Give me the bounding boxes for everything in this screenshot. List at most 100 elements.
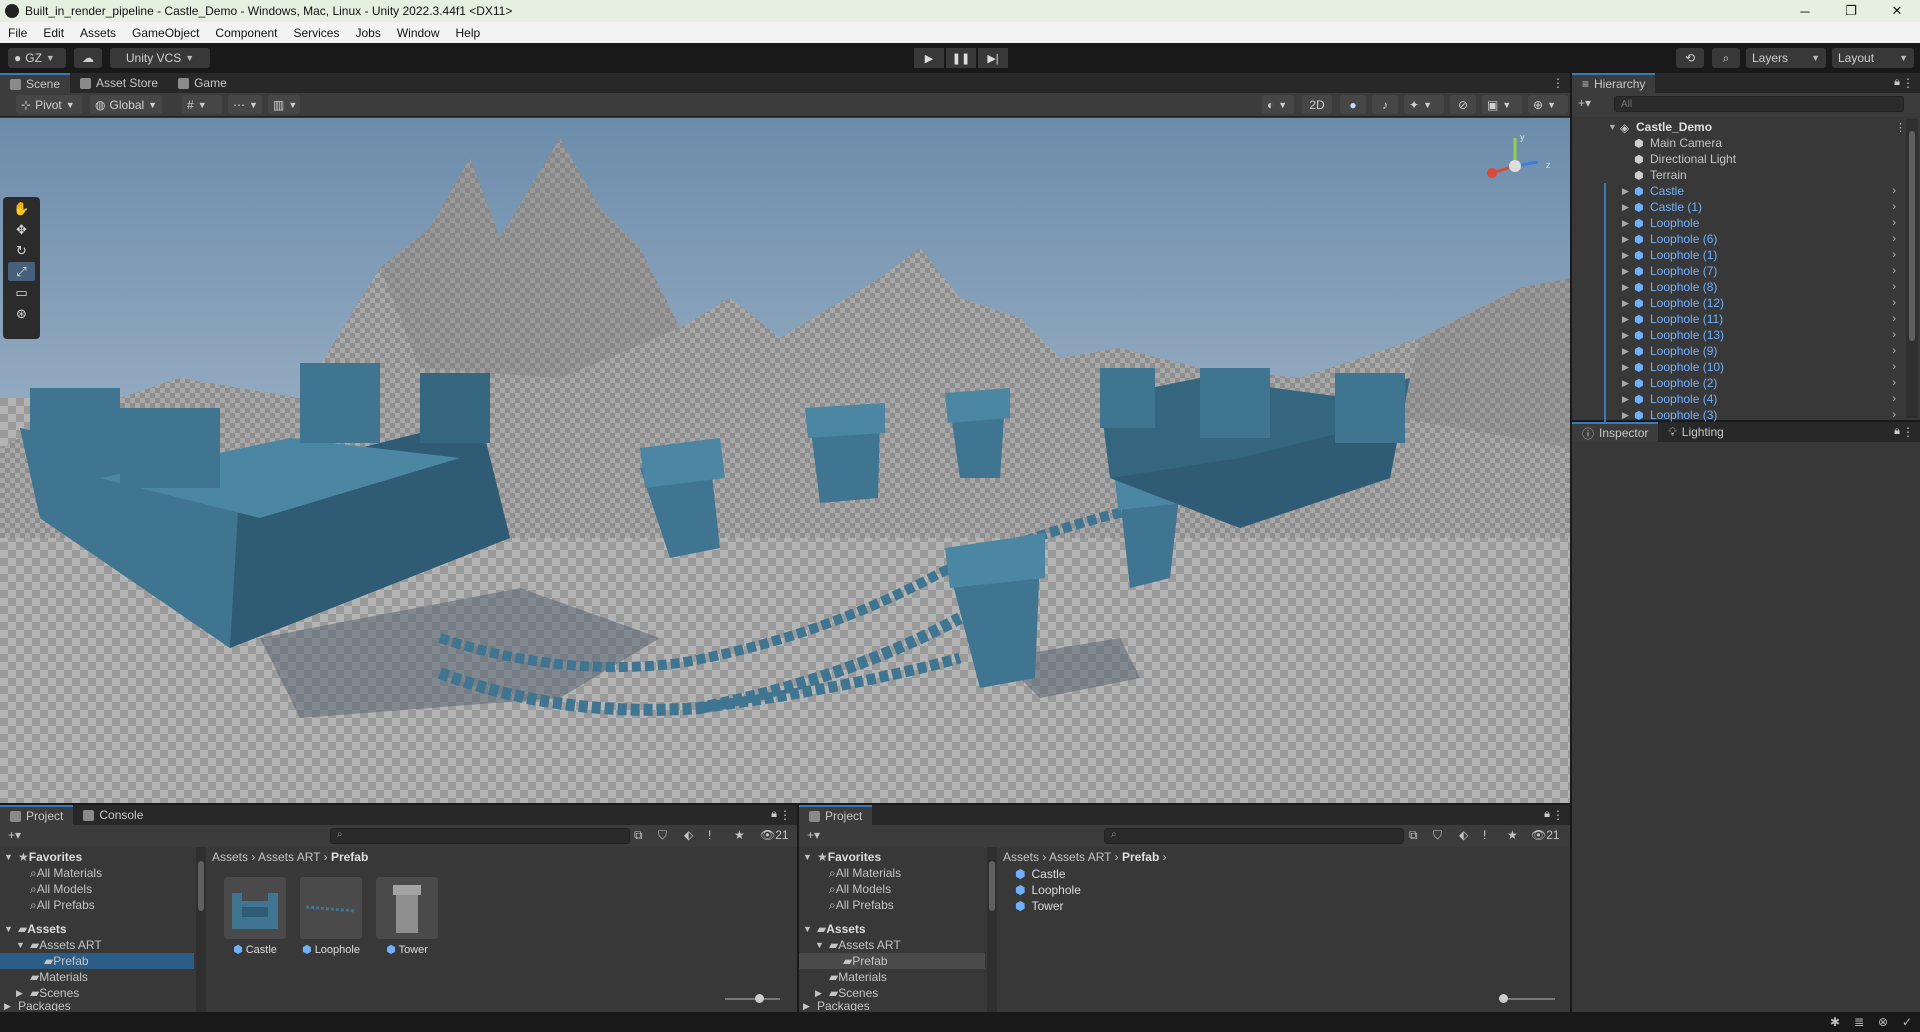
hierarchy-item[interactable]: ▶ ⬢ Loophole (10) › — [1572, 359, 1912, 375]
hierarchy-item[interactable]: ▶ ⬢ Loophole (9) › — [1572, 343, 1912, 359]
scroll-thumb[interactable] — [989, 861, 995, 911]
expand-arrow-icon[interactable]: ▶ — [1622, 314, 1629, 325]
zoom-slider[interactable] — [725, 994, 780, 1003]
open-prefab-icon[interactable]: › — [1892, 217, 1896, 229]
tree-prefab[interactable]: ▰ Prefab — [0, 953, 194, 969]
rect-tool-icon[interactable]: ▭ — [8, 283, 35, 302]
tree-favorites[interactable]: ▼ ★ Favorites — [803, 849, 881, 865]
tree-assets-art[interactable]: ▼ ▰ Assets ART — [16, 937, 102, 953]
expand-arrow-icon[interactable]: ▶ — [1622, 250, 1629, 261]
hierarchy-item[interactable]: ▶ ⬢ Loophole › — [1572, 215, 1912, 231]
list-item[interactable]: ⬢ Tower — [1015, 899, 1064, 913]
scroll-thumb[interactable] — [1909, 131, 1915, 341]
camera-settings-dropdown[interactable]: ▣ ▼ — [1482, 95, 1522, 114]
more-options-icon[interactable]: ⋮ — [779, 808, 791, 822]
lighting-toggle[interactable]: ● — [1340, 95, 1366, 114]
tree-prefab[interactable]: ▰ Prefab — [799, 953, 985, 969]
open-prefab-icon[interactable]: › — [1892, 377, 1896, 389]
open-prefab-icon[interactable]: › — [1892, 249, 1896, 261]
tree-all-prefabs[interactable]: ⌕ All Prefabs — [829, 897, 894, 913]
add-icon[interactable]: +▾ — [8, 828, 21, 842]
expand-arrow-icon[interactable]: ▶ — [1622, 266, 1629, 277]
progress-icon[interactable]: ✓ — [1902, 1015, 1912, 1029]
transform-tool-icon[interactable]: ⊛ — [8, 304, 35, 323]
tab-project[interactable]: Project — [799, 805, 873, 825]
hierarchy-item[interactable]: ▶ ⬢ Castle › — [1572, 183, 1912, 199]
tree-scrollbar[interactable] — [987, 847, 997, 1012]
hierarchy-item[interactable]: ▶ ⬢ Loophole (1) › — [1572, 247, 1912, 263]
scale-tool-icon[interactable]: ⤢ — [8, 262, 35, 281]
expand-arrow-icon[interactable]: ▶ — [1622, 362, 1629, 373]
menu-assets[interactable]: Assets — [80, 26, 116, 40]
tree-favorites[interactable]: ▼ ★ Favorites — [4, 849, 82, 865]
vcs-dropdown[interactable]: Unity VCS ▼ — [110, 48, 210, 68]
search-button[interactable]: ⌕ — [1712, 48, 1740, 68]
maximize-icon[interactable]: ❐ — [1828, 0, 1874, 22]
open-prefab-icon[interactable]: › — [1892, 185, 1896, 197]
pause-button[interactable]: ❚❚ — [946, 48, 976, 68]
zoom-slider-handle[interactable] — [755, 994, 764, 1003]
tab-console[interactable]: Console — [73, 805, 153, 825]
step-button[interactable]: ▶| — [978, 48, 1008, 68]
more-options-icon[interactable]: ⋮ — [1902, 76, 1914, 90]
filter-icon[interactable]: ⧉ — [1409, 828, 1418, 843]
open-prefab-icon[interactable]: › — [1892, 345, 1896, 357]
tree-scrollbar[interactable] — [196, 847, 206, 1012]
tab-game[interactable]: Game — [168, 73, 237, 93]
tag-icon[interactable]: ⬖ — [1459, 828, 1468, 842]
project-search-input[interactable]: ⌕ — [1104, 828, 1404, 844]
minimize-icon[interactable]: ─ — [1782, 0, 1828, 22]
more-options-icon[interactable]: ⋮ — [1552, 808, 1564, 822]
hierarchy-item[interactable]: ▶ ⬢ Loophole (11) › — [1572, 311, 1912, 327]
lock-icon[interactable]: 🔒︎ — [1894, 425, 1900, 438]
lock-icon[interactable]: 🔒︎ — [1544, 808, 1550, 821]
add-icon[interactable]: +▾ — [807, 828, 820, 842]
more-options-icon[interactable]: ⋮ — [1895, 121, 1906, 134]
hand-tool-icon[interactable]: ✋ — [8, 199, 35, 218]
tree-all-models[interactable]: ⌕ All Models — [30, 881, 92, 897]
hidden-count[interactable]: 👁︎21 — [1531, 828, 1560, 842]
open-prefab-icon[interactable]: › — [1892, 361, 1896, 373]
database-icon[interactable]: ≣ — [1854, 1015, 1864, 1029]
expand-arrow-icon[interactable]: ▶ — [1622, 378, 1629, 389]
tree-assets[interactable]: ▼ ▰ Assets — [4, 921, 67, 937]
bug-icon[interactable]: ✱ — [1830, 1015, 1840, 1029]
expand-arrow-icon[interactable]: ▶ — [1622, 202, 1629, 213]
more-options-icon[interactable]: ⋮ — [1902, 425, 1914, 439]
menu-edit[interactable]: Edit — [43, 26, 64, 40]
label-icon[interactable]: ⛉ — [1433, 828, 1442, 843]
grid-snap-button[interactable]: # ▼ — [182, 95, 222, 114]
tree-scenes[interactable]: ▶ ▰ Scenes — [815, 985, 878, 1001]
menu-gameobject[interactable]: GameObject — [132, 26, 199, 40]
expand-arrow-icon[interactable]: ▶ — [1622, 234, 1629, 245]
list-item[interactable]: ⬢ Castle — [1015, 867, 1066, 881]
hierarchy-item[interactable]: ⬢ Terrain — [1572, 167, 1912, 183]
gizmos-dropdown[interactable]: ⊕ ▼ — [1528, 95, 1568, 114]
tree-all-materials[interactable]: ⌕ All Materials — [30, 865, 102, 881]
open-prefab-icon[interactable]: › — [1892, 393, 1896, 405]
global-dropdown[interactable]: ◍ Global ▼ — [90, 95, 162, 114]
expand-arrow-icon[interactable]: ▶ — [1622, 410, 1629, 421]
project-search-input[interactable]: ⌕ — [330, 828, 630, 844]
menu-help[interactable]: Help — [456, 26, 481, 40]
expand-arrow-icon[interactable]: ▶ — [1622, 394, 1629, 405]
filter-icon[interactable]: ⧉ — [634, 828, 643, 843]
cloud-button[interactable]: ☁ — [74, 48, 102, 68]
hierarchy-item[interactable]: ▶ ⬢ Loophole (4) › — [1572, 391, 1912, 407]
hierarchy-item[interactable]: ▶ ⬢ Loophole (6) › — [1572, 231, 1912, 247]
hierarchy-search-input[interactable] — [1614, 96, 1904, 112]
tree-all-prefabs[interactable]: ⌕ All Prefabs — [30, 897, 95, 913]
effects-dropdown[interactable]: ✦ ▼ — [1404, 95, 1444, 114]
open-prefab-icon[interactable]: › — [1892, 281, 1896, 293]
layers-dropdown[interactable]: Layers ▼ — [1746, 48, 1826, 68]
label-icon[interactable]: ⛉ — [658, 828, 667, 843]
lock-icon[interactable]: 🔒︎ — [1894, 76, 1900, 89]
open-prefab-icon[interactable]: › — [1892, 297, 1896, 309]
more-options-icon[interactable]: ⋮ — [1552, 76, 1564, 90]
tab-hierarchy[interactable]: ≡ Hierarchy — [1572, 73, 1656, 93]
star-icon[interactable]: ★ — [734, 828, 745, 842]
tree-scenes[interactable]: ▶ ▰ Scenes — [16, 985, 79, 1001]
expand-arrow-icon[interactable]: ▶ — [1622, 346, 1629, 357]
tree-assets-art[interactable]: ▼ ▰ Assets ART — [815, 937, 901, 953]
hierarchy-item[interactable]: ▶ ⬢ Castle (1) › — [1572, 199, 1912, 215]
